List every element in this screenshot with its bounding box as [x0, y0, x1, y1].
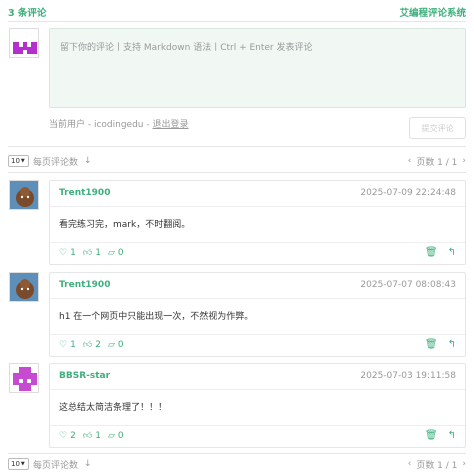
- thumbs-up-icon: 👍︎: [82, 431, 93, 441]
- chevron-down-icon: ▼: [20, 158, 25, 164]
- user-avatar-icon: [10, 181, 38, 209]
- prev-page-icon[interactable]: ‹: [408, 459, 412, 469]
- submit-comment-button[interactable]: 提交评论: [409, 117, 466, 139]
- comment-time: 2025-07-07 08:08:43: [360, 280, 456, 290]
- comment-avatar: [9, 180, 39, 210]
- trash-icon[interactable]: 🗑︎: [425, 339, 438, 350]
- like-button[interactable]: ♡ 1: [59, 340, 76, 350]
- reply-count-button[interactable]: ▱ 0: [108, 431, 124, 441]
- next-page-icon[interactable]: ›: [462, 459, 466, 469]
- pager-divider: [8, 172, 466, 173]
- upvote-button[interactable]: 👍︎ 1: [83, 431, 101, 441]
- reply-icon[interactable]: ↰: [448, 247, 456, 258]
- like-button[interactable]: ♡ 1: [59, 248, 76, 258]
- comment-header: 3 条评论 艾编程评论系统: [8, 4, 466, 20]
- comment-footer: ♡ 2 👍︎ 1 ▱ 0 🗑︎ ↰: [50, 425, 465, 447]
- comment-card: Trent1900 2025-07-07 08:08:43 h1 在一个网页中只…: [49, 272, 466, 357]
- comment-card: Trent1900 2025-07-09 22:24:48 看完练习完，mark…: [49, 180, 466, 265]
- like-button[interactable]: ♡ 2: [59, 431, 76, 441]
- chevron-down-icon: ▼: [20, 461, 25, 467]
- per-page-select[interactable]: 10 ▼: [8, 155, 29, 167]
- current-user-avatar: [9, 28, 39, 58]
- comment-icon: ▱: [107, 431, 115, 441]
- per-page-label: 每页评论数: [33, 460, 79, 471]
- page-indicator: 页数 1 / 1: [416, 460, 458, 471]
- comment-author[interactable]: Trent1900: [59, 188, 110, 198]
- pager-bottom: 10 ▼ 每页评论数 ↓ ‹ 页数 1 / 1 ›: [8, 456, 466, 472]
- sort-down-icon[interactable]: ↓: [84, 459, 92, 469]
- comment-body: h1 在一个网页中只能出现一次，不然视为作弊。: [59, 312, 254, 322]
- comment-footer: ♡ 1 👍︎ 2 ▱ 0 🗑︎ ↰: [50, 334, 465, 356]
- comment-head: Trent1900 2025-07-07 08:08:43: [50, 273, 465, 299]
- upvote-button[interactable]: 👍︎ 1: [83, 248, 101, 258]
- logout-link[interactable]: 退出登录: [152, 120, 188, 130]
- heart-icon: ♡: [59, 340, 68, 350]
- comment-head: BBSR-star 2025-07-03 19:11:58: [50, 364, 465, 390]
- heart-icon: ♡: [59, 248, 68, 258]
- comment-author[interactable]: BBSR-star: [59, 371, 110, 381]
- reply-icon[interactable]: ↰: [448, 339, 456, 350]
- thumbs-up-icon: 👍︎: [82, 340, 93, 350]
- comment-body: 这总结太简洁条理了！！！: [59, 403, 168, 413]
- reply-count-button[interactable]: ▱ 0: [108, 340, 124, 350]
- page-indicator: 页数 1 / 1: [416, 157, 458, 168]
- prev-page-icon[interactable]: ‹: [408, 156, 412, 166]
- identicon-icon: [10, 29, 38, 57]
- trash-icon[interactable]: 🗑︎: [425, 247, 438, 258]
- editor-divider: [8, 146, 466, 147]
- reply-icon[interactable]: ↰: [448, 430, 456, 441]
- comment-author[interactable]: Trent1900: [59, 280, 110, 290]
- pager-top: 10 ▼ 每页评论数 ↓ ‹ 页数 1 / 1 ›: [8, 153, 466, 169]
- per-page-select[interactable]: 10 ▼: [8, 458, 29, 470]
- comment-footer: ♡ 1 👍︎ 1 ▱ 0 🗑︎ ↰: [50, 242, 465, 264]
- brand-link[interactable]: 艾编程评论系统: [399, 5, 466, 19]
- current-user-label: 当前用户 - icodingedu -: [49, 120, 153, 130]
- comment-icon: ▱: [107, 340, 115, 350]
- upvote-button[interactable]: 👍︎ 2: [83, 340, 101, 350]
- comment-card: BBSR-star 2025-07-03 19:11:58 这总结太简洁条理了！…: [49, 363, 466, 448]
- comment-avatar: [9, 363, 39, 393]
- sort-down-icon[interactable]: ↓: [84, 156, 92, 166]
- comment-icon: ▱: [107, 248, 115, 258]
- next-page-icon[interactable]: ›: [462, 156, 466, 166]
- current-user-info: 当前用户 - icodingedu - 退出登录: [49, 117, 189, 130]
- comment-time: 2025-07-09 22:24:48: [360, 188, 456, 198]
- reply-count-button[interactable]: ▱ 0: [108, 248, 124, 258]
- comment-avatar: [9, 272, 39, 302]
- comment-count: 3 条评论: [8, 8, 47, 19]
- comment-head: Trent1900 2025-07-09 22:24:48: [50, 181, 465, 207]
- comment-editor[interactable]: 留下你的评论丨支持 Markdown 语法丨Ctrl + Enter 发表评论: [49, 28, 466, 108]
- user-avatar-icon: [10, 273, 38, 301]
- comment-time: 2025-07-03 19:11:58: [360, 371, 456, 381]
- identicon-icon: [10, 364, 38, 392]
- per-page-label: 每页评论数: [33, 157, 79, 168]
- header-divider: [8, 21, 466, 22]
- thumbs-up-icon: 👍︎: [82, 248, 93, 258]
- comment-body: 看完练习完，mark，不时翻阅。: [59, 220, 191, 230]
- pager-bottom-divider: [8, 453, 466, 454]
- trash-icon[interactable]: 🗑︎: [425, 430, 438, 441]
- heart-icon: ♡: [59, 431, 68, 441]
- comment-editor-placeholder: 留下你的评论丨支持 Markdown 语法丨Ctrl + Enter 发表评论: [60, 43, 313, 53]
